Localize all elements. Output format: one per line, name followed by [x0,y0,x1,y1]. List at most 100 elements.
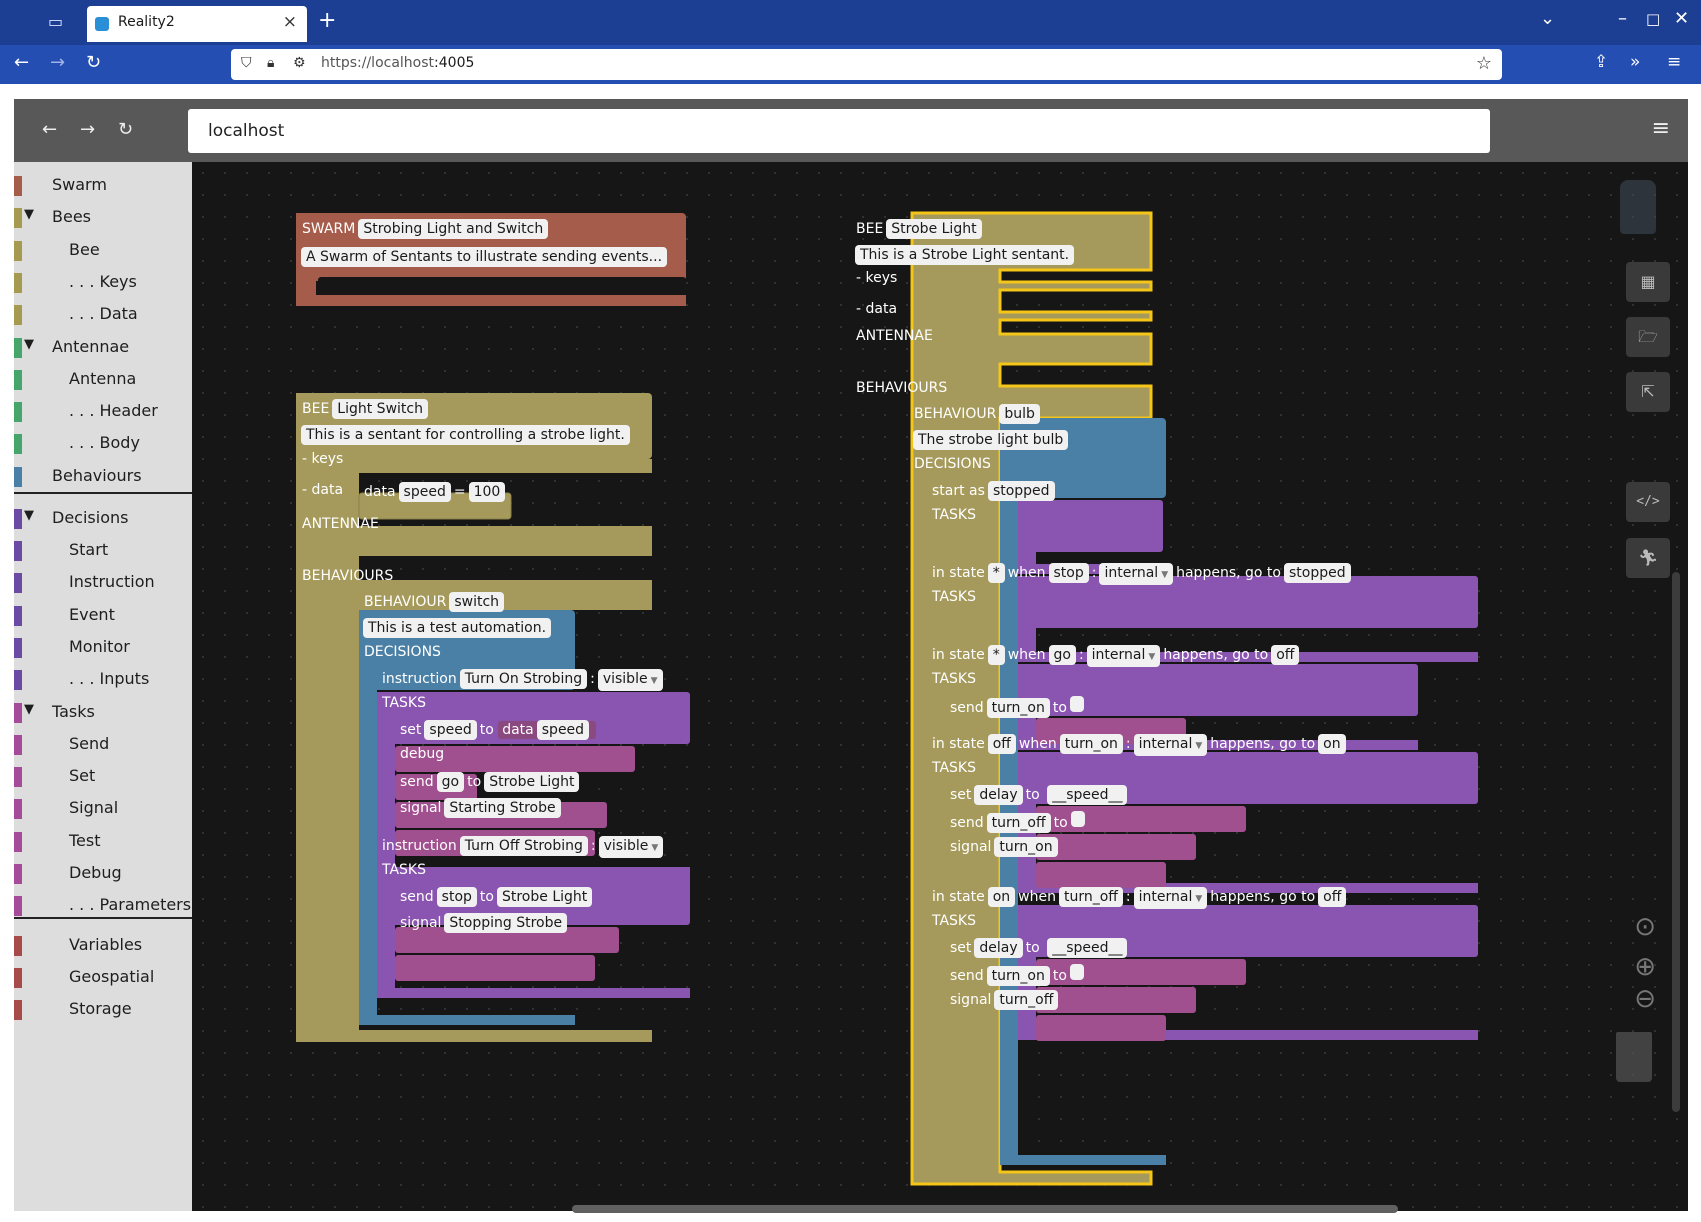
toolbox-category[interactable]: Event [14,602,192,632]
new-tab-button[interactable]: + [318,8,336,33]
send-task-block[interactable]: send turn_off to [950,811,1088,833]
signal-task-block[interactable]: signal turn_on [950,837,1061,857]
bee2-description-field[interactable]: This is a Strobe Light sentant. [855,245,1075,265]
close-window-icon[interactable]: ✕ [1674,8,1689,29]
toolbox-category[interactable]: Storage [14,996,192,1026]
beh1-name-field[interactable]: switch [449,592,505,612]
set-task-block[interactable]: set delay to __speed__ [950,785,1130,805]
toolbox-category[interactable]: Bee [14,237,192,267]
signal-task-block[interactable]: signal Starting Strobe [400,798,564,818]
toolbox-category[interactable]: Behaviours [14,463,192,493]
send-target-field[interactable]: Strobe Light [484,772,580,792]
toolbox-category[interactable]: . . . Inputs [14,666,192,696]
send-target-field[interactable]: Strobe Light [496,887,593,907]
app-address-input[interactable]: localhost [188,109,1490,153]
browser-menu-icon[interactable]: ≡ [1667,52,1681,72]
bee1-name-field[interactable]: Light Switch [332,399,428,419]
expand-arrow-icon[interactable]: ▼ [24,702,34,717]
beh2-description-field[interactable]: The strobe light bulb [913,430,1069,450]
browser-tab[interactable]: Reality2 × [87,6,307,42]
send-task-block[interactable]: send go to Strobe Light [400,772,582,792]
event-field[interactable]: stop [1048,563,1089,583]
from-state-field[interactable]: on [987,887,1016,907]
recenter-icon[interactable]: ⊙ [1634,912,1656,942]
hamburger-icon[interactable]: ≡ [1652,116,1670,141]
event-field[interactable]: turn_on [1059,734,1123,754]
swarm-description-field[interactable]: A Swarm of Sentants to illustrate sendin… [301,247,668,267]
send-target-empty-field[interactable] [1069,696,1084,712]
instr1-visibility-dropdown[interactable]: visible ▼ [597,669,663,691]
expand-arrow-icon[interactable]: ▼ [24,508,34,523]
url-bar[interactable]: ⛉ 🔒︎ ⚙ https://localhost:4005 ☆ [231,49,1502,80]
debug-task-block[interactable]: debug [400,746,444,762]
toolbox-category[interactable]: Swarm [14,172,192,202]
vertical-scrollbar[interactable] [1672,572,1680,1112]
to-state-field[interactable]: off [1271,645,1300,665]
set-task-block[interactable]: set delay to __speed__ [950,938,1130,958]
send-event-field[interactable]: turn_on [986,966,1050,986]
send-target-empty-field[interactable] [1069,964,1084,980]
toolbox-category[interactable]: Send [14,731,192,761]
data-getter-block[interactable]: data speed [498,720,597,740]
signal-value-field[interactable]: Starting Strobe [444,798,561,818]
toolbox-category[interactable]: Debug [14,860,192,890]
permissions-icon[interactable]: ⚙ [293,55,306,71]
send-event-field[interactable]: turn_on [986,698,1050,718]
from-state-field[interactable]: * [987,563,1005,583]
set-var-field[interactable]: speed [424,720,477,740]
tab-close-icon[interactable]: × [283,12,297,32]
to-state-field[interactable]: off [1318,887,1347,907]
expand-arrow-icon[interactable]: ▼ [24,207,34,222]
tab-overflow-chevron-icon[interactable]: ⌄ [1540,8,1555,29]
app-forward-icon[interactable]: → [80,119,95,140]
event-field[interactable]: go [1048,645,1076,665]
source-dropdown[interactable]: internal ▼ [1099,563,1174,585]
from-state-field[interactable]: * [987,645,1005,665]
back-icon[interactable]: ← [14,52,29,73]
toolbox-category[interactable]: . . . Keys [14,269,192,299]
signal-value-field[interactable]: turn_on [994,837,1058,857]
toolbox-category[interactable]: . . . Data [14,301,192,331]
toolbox-category[interactable]: . . . Header [14,398,192,428]
code-view-icon[interactable]: </> [1626,482,1670,522]
toolbox-category[interactable]: Start [14,537,192,567]
data-speed-block[interactable]: data speed = 100 [364,482,508,502]
send-task-block[interactable]: send stop to Strobe Light [400,887,595,907]
signal-value-field[interactable]: Stopping Strobe [444,913,568,933]
signal-task-block[interactable]: signal turn_off [950,990,1061,1010]
horizontal-scrollbar[interactable] [572,1205,1398,1213]
data-var-field[interactable]: speed [398,482,451,502]
signal-value-field[interactable]: turn_off [994,990,1059,1010]
toolbox-category[interactable]: ▼ Bees [14,204,192,234]
zoom-in-icon[interactable]: ⊕ [1634,952,1656,982]
more-tools-icon[interactable]: » [1630,52,1640,72]
beh1-description-field[interactable]: This is a test automation. [363,618,552,638]
source-dropdown[interactable]: internal ▼ [1086,645,1161,667]
to-state-field[interactable]: on [1318,734,1346,754]
app-reload-icon[interactable]: ↻ [118,119,133,140]
toolbox-category[interactable]: ▼ Tasks [14,699,192,729]
trash-icon[interactable] [1616,1032,1652,1082]
open-folder-icon[interactable]: 🗁 [1626,317,1670,357]
toolbox-category[interactable]: Monitor [14,634,192,664]
send-event-field[interactable]: go [436,772,465,792]
bee1-description-field[interactable]: This is a sentant for controlling a stro… [301,425,630,445]
backpack-icon[interactable] [1620,180,1656,234]
app-back-icon[interactable]: ← [42,119,57,140]
toolbox-category[interactable]: Geospatial [14,964,192,994]
toolbox-category[interactable]: Variables [14,932,192,962]
beh2-name-field[interactable]: bulb [999,404,1040,424]
tab-list-icon[interactable]: ▭ [48,12,72,34]
maximize-icon[interactable]: □ [1646,10,1660,28]
send-task-block[interactable]: send turn_on to [950,696,1087,718]
blockly-workspace[interactable]: SWARM Strobing Light and Switch A Swarm o… [192,162,1688,1211]
set-value-field[interactable]: __speed__ [1047,785,1128,805]
expand-arrow-icon[interactable]: ▼ [24,337,34,352]
set-var-field[interactable]: delay [974,785,1023,805]
toolbox-category[interactable]: ▼ Decisions [14,505,192,535]
toolbox-category[interactable]: Test [14,828,192,858]
source-dropdown[interactable]: internal ▼ [1133,887,1208,909]
set-task-block[interactable]: set speed to data speed [400,720,597,740]
set-var-field[interactable]: delay [974,938,1023,958]
extensions-icon[interactable]: ⇪ [1594,52,1608,72]
